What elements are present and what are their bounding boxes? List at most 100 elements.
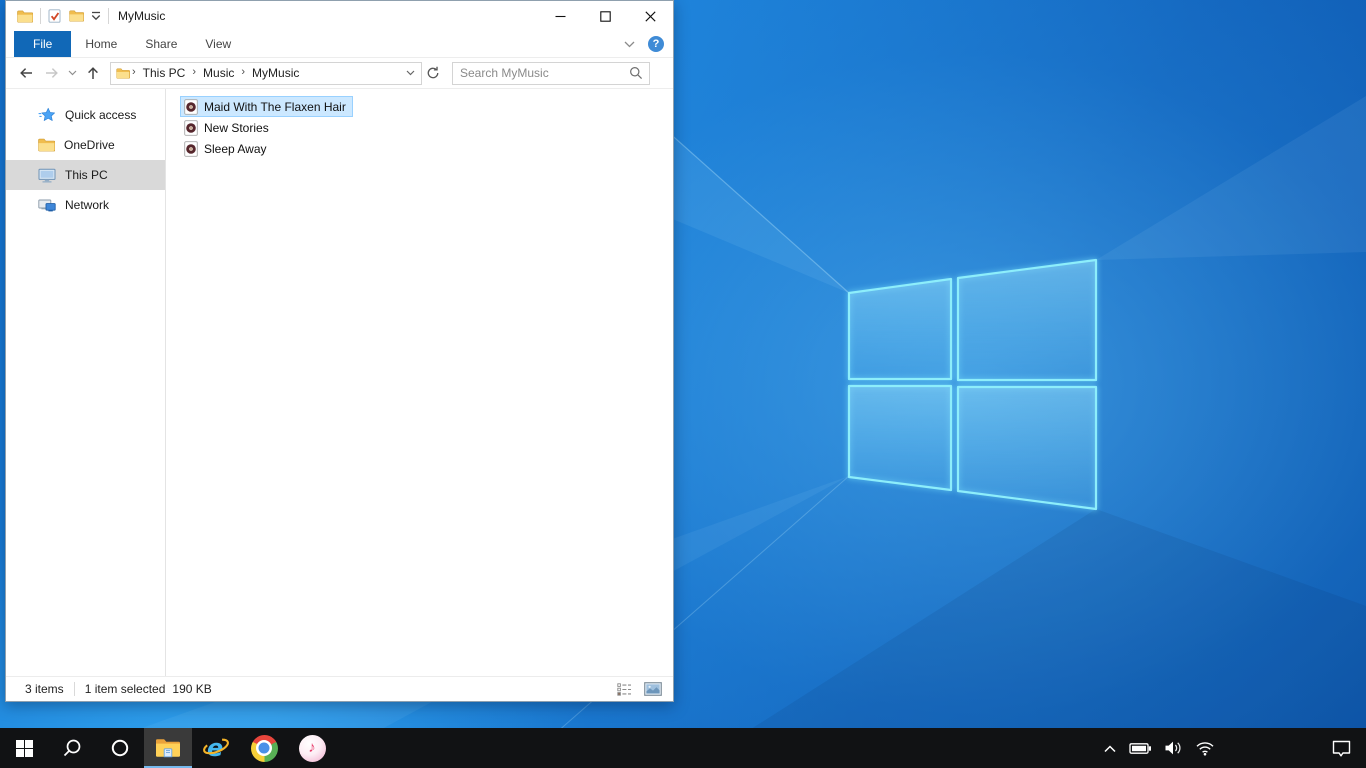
sidebar-item-network[interactable]: Network bbox=[6, 190, 165, 220]
breadcrumb-chevron-icon: › bbox=[192, 66, 197, 78]
monitor-icon bbox=[38, 167, 56, 183]
breadcrumb-mymusic[interactable]: MyMusic bbox=[247, 66, 304, 80]
action-center-button[interactable] bbox=[1325, 728, 1366, 768]
search-box bbox=[452, 61, 650, 85]
ribbon-tab-strip: File Home Share View ? bbox=[6, 31, 673, 58]
chevron-down-icon bbox=[406, 70, 415, 76]
qat-new-folder-button[interactable] bbox=[69, 10, 84, 22]
internet-explorer-button[interactable]: e bbox=[192, 728, 240, 768]
folder-icon bbox=[38, 138, 55, 152]
taskbar-search-button[interactable] bbox=[48, 728, 96, 768]
system-tray bbox=[1097, 728, 1366, 768]
forward-button[interactable] bbox=[39, 61, 65, 85]
tray-spacer bbox=[1221, 748, 1325, 749]
caption-buttons bbox=[538, 1, 673, 31]
cortana-icon bbox=[111, 739, 129, 757]
qat-customize-button[interactable] bbox=[91, 11, 101, 22]
window-content: Quick access OneDrive This PC Network Ma… bbox=[6, 89, 673, 676]
close-icon bbox=[645, 10, 656, 22]
titlebar-separator bbox=[108, 8, 109, 24]
taskbar-file-explorer-button[interactable] bbox=[144, 728, 192, 768]
battery-button[interactable] bbox=[1123, 728, 1158, 768]
chevron-down-icon bbox=[624, 41, 635, 47]
large-icons-view-button[interactable] bbox=[642, 679, 664, 699]
windows-logo bbox=[847, 258, 1098, 511]
file-explorer-icon bbox=[156, 739, 180, 758]
quick-access-star-icon bbox=[38, 107, 56, 123]
help-button[interactable]: ? bbox=[648, 36, 664, 52]
refresh-button[interactable] bbox=[422, 61, 444, 85]
properties-check-icon bbox=[48, 9, 61, 23]
selection-count: 1 item selected bbox=[84, 682, 166, 696]
sidebar-item-onedrive[interactable]: OneDrive bbox=[6, 130, 165, 160]
details-view-button[interactable] bbox=[613, 679, 635, 699]
taskbar: e ♪ bbox=[0, 728, 1366, 768]
up-button[interactable] bbox=[80, 61, 106, 85]
address-dropdown-button[interactable] bbox=[403, 70, 418, 76]
up-arrow-icon bbox=[88, 67, 98, 79]
customize-chevron-icon bbox=[91, 11, 101, 20]
file-row[interactable]: Maid With The Flaxen Hair bbox=[180, 96, 353, 117]
tab-view[interactable]: View bbox=[191, 31, 245, 57]
sidebar-item-label: Quick access bbox=[65, 108, 137, 122]
file-name: Maid With The Flaxen Hair bbox=[204, 99, 346, 114]
file-name: Sleep Away bbox=[204, 141, 267, 156]
breadcrumb-chevron-icon: › bbox=[241, 66, 246, 78]
address-folder-icon bbox=[116, 68, 130, 79]
search-input[interactable] bbox=[460, 66, 629, 80]
minimize-icon bbox=[555, 15, 566, 17]
thumbnail-view-icon bbox=[644, 682, 662, 696]
back-arrow-icon bbox=[20, 68, 32, 78]
wifi-button[interactable] bbox=[1189, 728, 1221, 768]
sidebar-item-quick-access[interactable]: Quick access bbox=[6, 100, 165, 130]
refresh-icon bbox=[427, 66, 439, 79]
sidebar-item-label: Network bbox=[65, 198, 110, 212]
hidden-icons-button[interactable] bbox=[1097, 728, 1123, 768]
search-icon[interactable] bbox=[629, 66, 643, 80]
svg-text:e: e bbox=[207, 734, 223, 762]
file-row[interactable]: New Stories bbox=[180, 117, 276, 138]
file-explorer-window: MyMusic File Home Share View ? › This PC… bbox=[5, 0, 674, 702]
search-icon bbox=[63, 739, 81, 757]
close-button[interactable] bbox=[628, 1, 673, 31]
status-divider bbox=[73, 682, 75, 696]
breadcrumb-music[interactable]: Music bbox=[198, 66, 239, 80]
file-list[interactable]: Maid With The Flaxen Hair New Stories Sl… bbox=[166, 89, 673, 676]
window-folder-icon bbox=[17, 10, 33, 23]
sidebar-item-label: OneDrive bbox=[64, 138, 115, 152]
breadcrumb-this-pc[interactable]: This PC bbox=[138, 66, 191, 80]
new-folder-icon bbox=[69, 10, 84, 22]
music-note-glyph: ♪ bbox=[308, 738, 316, 756]
wifi-icon bbox=[1196, 742, 1214, 756]
ribbon-collapse-button[interactable] bbox=[624, 41, 635, 48]
sidebar-item-this-pc[interactable]: This PC bbox=[6, 160, 165, 190]
maximize-button[interactable] bbox=[583, 1, 628, 31]
details-view-icon bbox=[616, 682, 631, 696]
address-bar[interactable]: › This PC › Music › MyMusic bbox=[110, 61, 422, 85]
file-row[interactable]: Sleep Away bbox=[180, 138, 274, 159]
tab-file[interactable]: File bbox=[14, 31, 72, 57]
volume-icon bbox=[1165, 741, 1181, 755]
recent-locations-button[interactable] bbox=[65, 61, 80, 85]
itunes-button[interactable]: ♪ bbox=[288, 728, 336, 768]
tab-home[interactable]: Home bbox=[71, 31, 131, 57]
cortana-button[interactable] bbox=[96, 728, 144, 768]
start-icon bbox=[15, 739, 33, 757]
sidebar-item-label: This PC bbox=[65, 168, 108, 182]
itunes-icon: ♪ bbox=[298, 734, 326, 762]
chrome-button[interactable] bbox=[240, 728, 288, 768]
network-icon bbox=[38, 197, 56, 213]
navigation-bar: › This PC › Music › MyMusic bbox=[6, 58, 673, 89]
qat-properties-button[interactable] bbox=[48, 9, 62, 23]
back-button[interactable] bbox=[13, 61, 39, 85]
music-file-icon bbox=[184, 120, 198, 136]
items-count: 3 items bbox=[25, 682, 64, 696]
minimize-button[interactable] bbox=[538, 1, 583, 31]
titlebar[interactable]: MyMusic bbox=[6, 1, 673, 31]
file-name: New Stories bbox=[204, 120, 269, 135]
volume-button[interactable] bbox=[1158, 728, 1189, 768]
action-center-icon bbox=[1332, 740, 1351, 756]
start-button[interactable] bbox=[0, 728, 48, 768]
tab-share[interactable]: Share bbox=[131, 31, 191, 57]
maximize-icon bbox=[600, 10, 611, 22]
